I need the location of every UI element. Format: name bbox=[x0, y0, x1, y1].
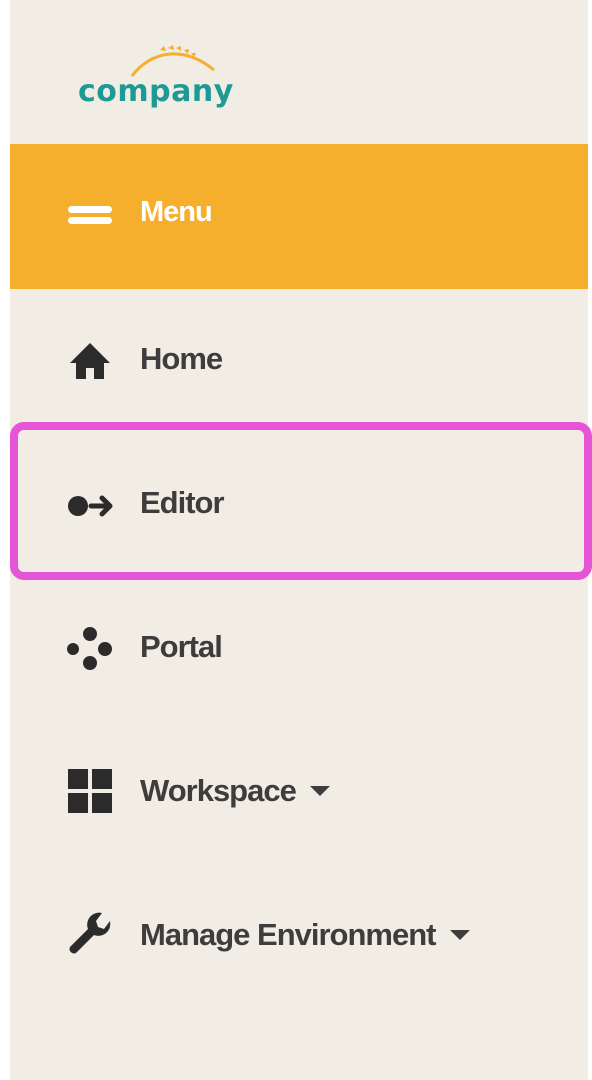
company-logo[interactable]: company bbox=[78, 44, 278, 114]
nav-item-portal[interactable]: Portal bbox=[10, 577, 588, 717]
caret-down-icon[interactable] bbox=[309, 785, 330, 796]
nav-item-workspace[interactable]: Workspace bbox=[10, 721, 588, 861]
grid-icon bbox=[68, 769, 112, 813]
dots-cluster-icon bbox=[67, 627, 112, 670]
sidebar: company Menu Home Editor Portal Workspac… bbox=[10, 0, 588, 1080]
menu-header[interactable]: Menu bbox=[10, 144, 588, 289]
logo-text: company bbox=[78, 74, 234, 109]
nav-item-label: Portal bbox=[140, 629, 223, 664]
wrench-icon bbox=[69, 912, 111, 954]
nav-item-editor[interactable]: Editor bbox=[10, 433, 588, 573]
nav-item-label: Manage Environment bbox=[140, 917, 436, 952]
nav-item-label: Workspace bbox=[140, 773, 297, 808]
caret-down-icon[interactable] bbox=[449, 929, 470, 940]
nav-item-home[interactable]: Home bbox=[10, 289, 588, 429]
hamburger-icon[interactable] bbox=[68, 206, 112, 230]
nav-item-manage-environment[interactable]: Manage Environment bbox=[10, 865, 588, 1005]
home-icon bbox=[70, 343, 110, 379]
nav-item-label-row: Manage Environment bbox=[140, 917, 470, 953]
nav-item-label-row: Workspace bbox=[140, 773, 330, 809]
nav-item-label: Editor bbox=[140, 485, 225, 520]
nav-item-label: Home bbox=[140, 341, 223, 376]
sign-in-icon bbox=[68, 495, 113, 517]
menu-label: Menu bbox=[140, 196, 213, 228]
